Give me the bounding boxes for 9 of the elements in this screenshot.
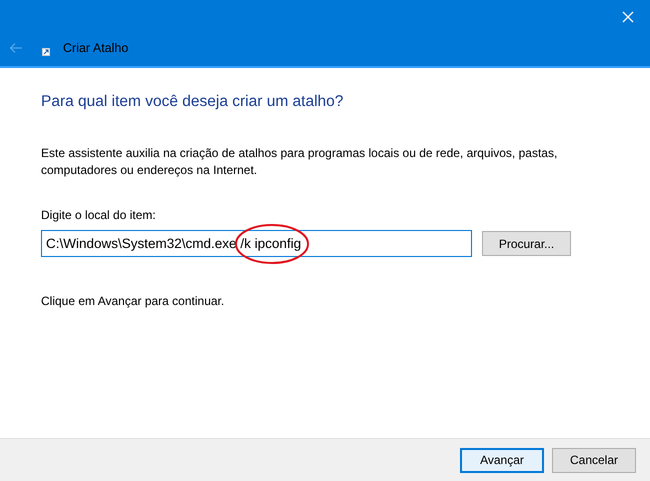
location-input[interactable]: C:\Windows\System32\cmd.exe /k ipconfig	[41, 230, 472, 258]
cancel-button[interactable]: Cancelar	[552, 448, 636, 472]
description-text: Este assistente auxilia na criação de atalhos para programas locais ou de rede, arquivos, pastas, computadores ou endereços na Internet.	[41, 145, 558, 180]
hint-text: Clique em Avançar para continuar.	[41, 293, 226, 310]
next-button[interactable]: Avançar	[460, 448, 544, 472]
field-label: Digite o local do item:	[41, 207, 157, 224]
wizard-heading: Para qual item você deseja criar um atalho?	[41, 92, 344, 112]
window-title: Criar Atalho	[63, 42, 128, 54]
browse-button[interactable]: Procurar...	[482, 231, 571, 256]
